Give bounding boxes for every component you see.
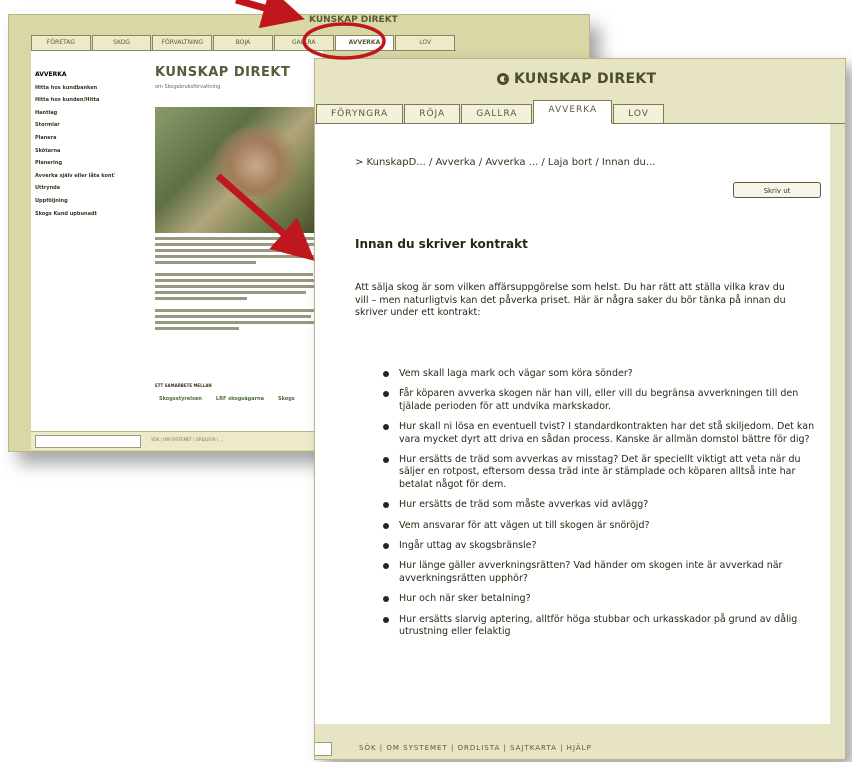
back-tab[interactable]: FÖRETAG bbox=[31, 35, 91, 50]
back-sidebar-item[interactable]: Hantlag bbox=[35, 107, 115, 120]
bullet-icon bbox=[383, 563, 389, 570]
tab-roja[interactable]: RÖJA bbox=[404, 104, 461, 123]
back-sidebar-heading[interactable]: AVVERKA bbox=[35, 69, 115, 82]
breadcrumb[interactable]: > KunskapD... / Avverka / Avverka ... / … bbox=[355, 157, 655, 168]
tab-foryngra[interactable]: FÖRYNGRA bbox=[316, 104, 404, 123]
front-footer-links[interactable]: SÖK | OM SYSTEMET | ORDLISTA | SAJTKARTA… bbox=[359, 744, 592, 752]
bullet-icon bbox=[383, 502, 389, 509]
back-body-text bbox=[155, 237, 323, 339]
back-sidebar-item[interactable]: Planering bbox=[35, 157, 115, 170]
back-tab-bar: FÖRETAG SKOG FÖRVALTNING BOJA GALLRA AVV… bbox=[31, 35, 456, 51]
back-footer: SÖK | OM SYSTEMET | ORDLISTA | ... bbox=[31, 431, 323, 450]
back-paragraph bbox=[155, 237, 323, 264]
back-sponsor-logos: Skogsstyrelsen LRF skogsägarna Skogs bbox=[159, 396, 295, 402]
front-footer: SÖK | OM SYSTEMET | ORDLISTA | SAJTKARTA… bbox=[315, 727, 845, 759]
front-site-logo[interactable]: KUNSKAP DIREKT bbox=[497, 71, 656, 87]
print-button[interactable]: Skriv ut bbox=[733, 182, 821, 198]
list-item-text: Hur ersätts de träd som avverkas av miss… bbox=[399, 454, 801, 490]
back-sidebar-item[interactable]: Uttrynde bbox=[35, 182, 115, 195]
list-item-text: Hur ersätts slarvig aptering, alltför hö… bbox=[399, 613, 798, 638]
list-item: Vem ansvarar för att vägen ut till skoge… bbox=[383, 520, 823, 532]
list-item-text: Får köparen avverka skogen när han vill,… bbox=[399, 388, 799, 412]
list-item-text: Ingår uttag av skogsbränsle? bbox=[399, 540, 537, 552]
sponsor-logo: Skogsstyrelsen bbox=[159, 396, 202, 402]
bullet-icon bbox=[383, 596, 389, 603]
back-sidebar-item[interactable]: Stormlar bbox=[35, 119, 115, 132]
back-sidebar-item[interactable]: Skogs Kund upbunadt bbox=[35, 208, 115, 221]
list-item-text: Hur och när sker betalning? bbox=[399, 593, 531, 605]
list-item: Hur ersätts de träd som måste avverkas v… bbox=[383, 499, 823, 511]
sponsor-logo: Skogs bbox=[277, 396, 295, 402]
list-item-text: Vem ansvarar för att vägen ut till skoge… bbox=[399, 519, 650, 531]
back-tab[interactable]: FÖRVALTNING bbox=[152, 35, 213, 50]
back-sidebar-item[interactable]: Uppföljning bbox=[35, 195, 115, 208]
list-item-text: Vem skall laga mark och vägar som köra s… bbox=[399, 368, 633, 379]
back-brand-heading: KUNSKAP DIREKT bbox=[155, 65, 291, 80]
brand-play-icon bbox=[497, 73, 509, 85]
bullet-icon bbox=[383, 457, 389, 464]
list-item: Får köparen avverka skogen när han vill,… bbox=[383, 388, 823, 413]
list-item-text: Hur ersätts de träd som måste avverkas v… bbox=[399, 499, 649, 511]
back-paragraph bbox=[155, 273, 323, 300]
front-search-input[interactable] bbox=[315, 742, 332, 756]
bullet-icon bbox=[383, 543, 389, 550]
back-sidebar-item[interactable]: Hitta hos kunden/Hitta bbox=[35, 94, 115, 107]
list-item-text: Hur skall ni lösa en eventuell tvist? I … bbox=[399, 421, 815, 445]
handshake-image-detail bbox=[215, 127, 305, 197]
list-item: Hur skall ni lösa en eventuell tvist? I … bbox=[383, 421, 823, 446]
bullet-icon bbox=[383, 371, 389, 377]
back-tab-active[interactable]: AVVERKA bbox=[334, 35, 395, 50]
back-brand-subtitle: om Skogsbruksförvaltning bbox=[155, 84, 221, 90]
intro-paragraph: Att sälja skog är som vilken affärsuppgö… bbox=[355, 282, 786, 318]
front-content-area: > KunskapD... / Avverka / Avverka ... / … bbox=[315, 124, 830, 724]
back-sidebar-item[interactable]: Hitta hos kundbanken bbox=[35, 82, 115, 95]
back-footer-links[interactable]: SÖK | OM SYSTEMET | ORDLISTA | ... bbox=[151, 437, 223, 442]
handshake-photo bbox=[155, 107, 325, 233]
list-item: Hur och när sker betalning? bbox=[383, 593, 823, 605]
list-item-text: Hur länge gäller avverkningsrätten? Vad … bbox=[399, 560, 783, 584]
front-brand-text: KUNSKAP DIREKT bbox=[514, 71, 657, 87]
back-sidebar-item[interactable]: Avverka själv eller låta kont? bbox=[35, 170, 115, 183]
bullet-icon bbox=[383, 391, 389, 398]
back-search-input[interactable] bbox=[35, 435, 141, 448]
back-sponsor-label: ETT SAMARBETE MELLAN bbox=[155, 383, 212, 388]
back-tab[interactable]: GALLRA bbox=[273, 35, 334, 50]
bullet-icon bbox=[383, 424, 389, 431]
back-site-title: KUNSKAP DIREKT bbox=[309, 15, 398, 25]
list-item: Hur ersätts slarvig aptering, alltför hö… bbox=[383, 614, 823, 639]
bullet-icon bbox=[383, 522, 389, 529]
back-tab[interactable]: SKOG bbox=[91, 35, 152, 50]
back-paragraph bbox=[155, 309, 323, 330]
back-sidebar: AVVERKA Hitta hos kundbanken Hitta hos k… bbox=[35, 69, 115, 220]
back-sidebar-item[interactable]: Skötarna bbox=[35, 145, 115, 158]
front-right-edge bbox=[830, 124, 845, 724]
list-item: Hur länge gäller avverkningsrätten? Vad … bbox=[383, 560, 823, 585]
tab-avverka[interactable]: AVVERKA bbox=[533, 100, 613, 124]
list-item: Hur ersätts de träd som avverkas av miss… bbox=[383, 454, 823, 491]
front-tab-bar: FÖRYNGRA RÖJA GALLRA AVVERKA LOV bbox=[315, 99, 845, 124]
page-title: Innan du skriver kontrakt bbox=[355, 237, 528, 251]
tab-lov[interactable]: LOV bbox=[613, 104, 664, 123]
back-tab[interactable]: BOJA bbox=[213, 35, 273, 50]
tab-gallra[interactable]: GALLRA bbox=[461, 104, 533, 123]
bullet-icon bbox=[383, 616, 389, 623]
back-tab[interactable]: LOV bbox=[395, 35, 456, 50]
list-item: Vem skall laga mark och vägar som köra s… bbox=[383, 368, 823, 380]
front-screenshot: KUNSKAP DIREKT FÖRYNGRA RÖJA GALLRA AVVE… bbox=[314, 58, 846, 760]
top-arrow bbox=[235, 0, 305, 29]
list-item: Ingår uttag av skogsbränsle? bbox=[383, 540, 823, 552]
sponsor-logo: LRF skogsägarna bbox=[215, 396, 264, 402]
back-content-area: AVVERKA Hitta hos kundbanken Hitta hos k… bbox=[31, 51, 325, 446]
back-sidebar-item[interactable]: Planera bbox=[35, 132, 115, 145]
checklist: Vem skall laga mark och vägar som köra s… bbox=[383, 368, 823, 647]
